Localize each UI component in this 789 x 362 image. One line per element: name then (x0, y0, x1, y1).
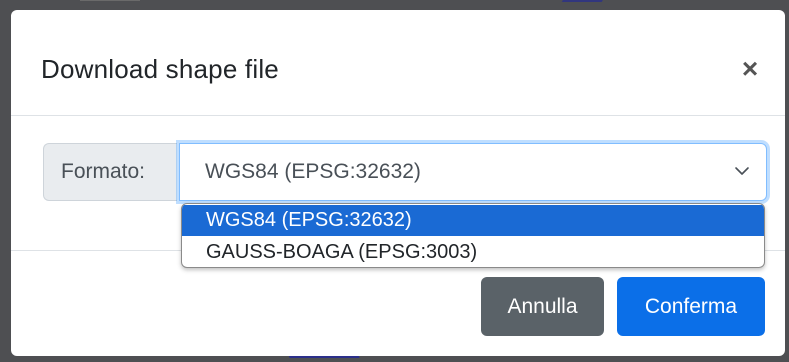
modal-title: Download shape file (41, 54, 279, 84)
close-icon: × (741, 53, 759, 84)
format-dropdown-list: WGS84 (EPSG:32632) GAUSS-BOAGA (EPSG:300… (181, 203, 765, 268)
map-line (557, 0, 603, 10)
format-option-wgs84[interactable]: WGS84 (EPSG:32632) (182, 205, 764, 236)
cancel-button[interactable]: Annulla (481, 277, 604, 336)
chevron-down-icon (735, 167, 749, 175)
map-line (288, 356, 362, 362)
format-input-group: Formato: WGS84 (EPSG:32632) (43, 143, 767, 203)
map-line (80, 0, 140, 7)
modal-header: Download shape file × (11, 10, 785, 116)
format-select-value: WGS84 (EPSG:32632) (205, 160, 421, 183)
download-shape-modal: Download shape file × Formato: WGS84 (EP… (11, 10, 785, 356)
format-label: Formato: (43, 143, 177, 201)
format-option-gauss-boaga[interactable]: GAUSS-BOAGA (EPSG:3003) (182, 237, 764, 267)
close-button[interactable]: × (735, 54, 765, 84)
confirm-button[interactable]: Conferma (617, 277, 765, 336)
format-select[interactable]: WGS84 (EPSG:32632) (179, 143, 767, 201)
